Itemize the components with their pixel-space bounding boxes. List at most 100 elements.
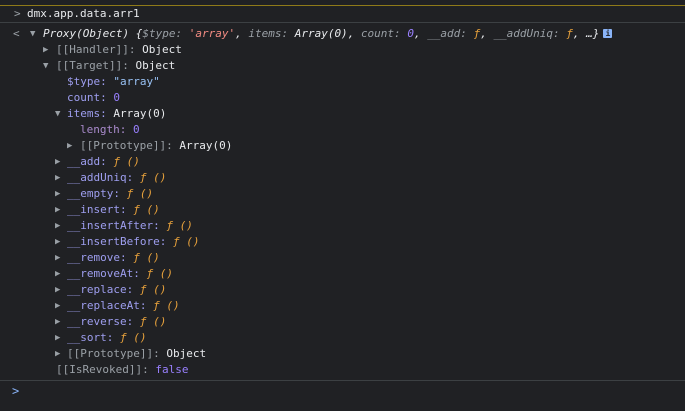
- method-row[interactable]: ▶ __replace: ƒ (): [0, 282, 685, 298]
- method-row[interactable]: ▶ __remove: ƒ (): [0, 250, 685, 266]
- chevron-right-icon[interactable]: ▶: [55, 234, 65, 250]
- property-value: Object: [135, 59, 176, 72]
- chevron-right-icon[interactable]: ▶: [55, 282, 65, 298]
- method-value: ƒ (): [133, 251, 160, 264]
- chevron-right-icon[interactable]: ▶: [55, 170, 65, 186]
- property-key: [[Handler]]:: [56, 43, 136, 56]
- method-row[interactable]: ▶ __add: ƒ (): [0, 154, 685, 170]
- method-row[interactable]: ▶ __insert: ƒ (): [0, 202, 685, 218]
- summary-value: Array(0): [294, 27, 348, 40]
- method-row[interactable]: ▶ __reverse: ƒ (): [0, 314, 685, 330]
- property-value: 0: [132, 123, 140, 136]
- summary-key: $type:: [142, 27, 183, 40]
- chevron-right-icon[interactable]: ▶: [55, 266, 65, 282]
- method-key: __insert:: [67, 203, 127, 216]
- method-value: ƒ (): [146, 267, 173, 280]
- method-value: ƒ (): [139, 283, 167, 296]
- summary-value: ƒ: [473, 27, 481, 40]
- property-key: [[Prototype]]:: [67, 347, 160, 360]
- property-key: [[Prototype]]:: [80, 139, 173, 152]
- method-value: ƒ (): [133, 203, 160, 216]
- method-value: ƒ (): [172, 235, 200, 248]
- method-key: __remove:: [67, 251, 127, 264]
- method-key: __empty:: [67, 187, 120, 200]
- property-key: $type:: [67, 75, 107, 88]
- summary-value: ƒ: [566, 27, 573, 40]
- result-summary-row[interactable]: < ▼ Proxy(Object) {$type: 'array', items…: [0, 26, 685, 42]
- console-command-row: > dmx.app.data.arr1: [0, 6, 685, 22]
- row-divider: [0, 22, 685, 23]
- summary-key: count:: [360, 27, 401, 40]
- summary-value: 'array': [188, 27, 236, 40]
- chevron-right-icon[interactable]: ▶: [67, 138, 77, 154]
- return-marker-icon: <: [13, 27, 20, 40]
- property-value: Object: [142, 43, 182, 56]
- target-row[interactable]: ▼ [[Target]]: Object: [0, 58, 685, 74]
- method-value: ƒ (): [113, 155, 140, 168]
- summary-key: __add:: [427, 27, 467, 40]
- method-row[interactable]: ▶ __removeAt: ƒ (): [0, 266, 685, 282]
- length-property-row: length: 0: [0, 122, 685, 138]
- property-key: count:: [67, 91, 107, 104]
- chevron-down-icon[interactable]: ▼: [43, 58, 53, 74]
- method-key: __sort:: [67, 331, 114, 344]
- method-key: __add:: [67, 155, 107, 168]
- chevron-right-icon[interactable]: ▶: [55, 346, 65, 362]
- items-property-row[interactable]: ▼ items: Array(0): [0, 106, 685, 122]
- chevron-right-icon[interactable]: ▶: [55, 314, 65, 330]
- method-row[interactable]: ▶ __insertAfter: ƒ (): [0, 218, 685, 234]
- method-key: __insertAfter:: [67, 219, 160, 232]
- info-icon[interactable]: i: [603, 29, 613, 38]
- method-value: ƒ (): [139, 171, 167, 184]
- command-text[interactable]: dmx.app.data.arr1: [27, 6, 140, 22]
- chevron-right-icon[interactable]: ▶: [55, 330, 65, 346]
- chevron-right-icon[interactable]: ▶: [55, 202, 65, 218]
- property-key: [[Target]]:: [56, 59, 129, 72]
- chevron-down-icon[interactable]: ▼: [30, 26, 40, 42]
- method-value: ƒ (): [166, 219, 193, 232]
- method-row[interactable]: ▶ __empty: ƒ (): [0, 186, 685, 202]
- handler-row[interactable]: ▶ [[Handler]]: Object: [0, 42, 685, 58]
- method-row[interactable]: ▶ __insertBefore: ƒ (): [0, 234, 685, 250]
- chevron-right-icon[interactable]: ▶: [43, 42, 53, 58]
- property-key: length:: [80, 123, 127, 136]
- property-value: "array": [113, 75, 160, 88]
- chevron-down-icon[interactable]: ▼: [55, 106, 65, 122]
- method-row[interactable]: ▶ __addUniq: ƒ (): [0, 170, 685, 186]
- count-property-row: count: 0: [0, 90, 685, 106]
- input-prompt-icon: >: [12, 384, 20, 398]
- property-value: Array(0): [113, 107, 167, 120]
- chevron-right-icon[interactable]: ▶: [55, 154, 65, 170]
- summary-prefix: Proxy(Object) {: [43, 27, 143, 40]
- method-row[interactable]: ▶ __replaceAt: ƒ (): [0, 298, 685, 314]
- items-prototype-row[interactable]: ▶ [[Prototype]]: Array(0): [0, 138, 685, 154]
- summary-key: items:: [248, 27, 289, 40]
- property-value: 0: [113, 91, 120, 104]
- type-property-row: $type: "array": [0, 74, 685, 90]
- method-key: __replace:: [67, 283, 134, 296]
- method-key: __insertBefore:: [67, 235, 167, 248]
- console-input[interactable]: >: [0, 380, 685, 403]
- property-key: [[IsRevoked]]:: [56, 363, 149, 376]
- revoked-row: [[IsRevoked]]: false: [0, 362, 685, 378]
- method-value: ƒ (): [153, 299, 180, 312]
- chevron-right-icon[interactable]: ▶: [55, 298, 65, 314]
- summary-suffix: …}: [586, 27, 600, 40]
- command-prompt-icon: >: [14, 7, 21, 20]
- property-value: Object: [166, 347, 207, 360]
- summary-value: 0: [407, 27, 414, 40]
- chevron-right-icon[interactable]: ▶: [55, 218, 65, 234]
- chevron-right-icon[interactable]: ▶: [55, 250, 65, 266]
- method-key: __addUniq:: [67, 171, 134, 184]
- method-value: ƒ (): [126, 187, 154, 200]
- chevron-right-icon[interactable]: ▶: [55, 186, 65, 202]
- console-output: > dmx.app.data.arr1 < ▼ Proxy(Object) {$…: [0, 6, 685, 378]
- property-value: false: [155, 363, 189, 376]
- target-prototype-row[interactable]: ▶ [[Prototype]]: Object: [0, 346, 685, 362]
- property-key: items:: [67, 107, 107, 120]
- method-value: ƒ (): [139, 315, 167, 328]
- method-key: __replaceAt:: [67, 299, 147, 312]
- method-row[interactable]: ▶ __sort: ƒ (): [0, 330, 685, 346]
- method-value: ƒ (): [119, 331, 147, 344]
- method-key: __removeAt:: [67, 267, 140, 280]
